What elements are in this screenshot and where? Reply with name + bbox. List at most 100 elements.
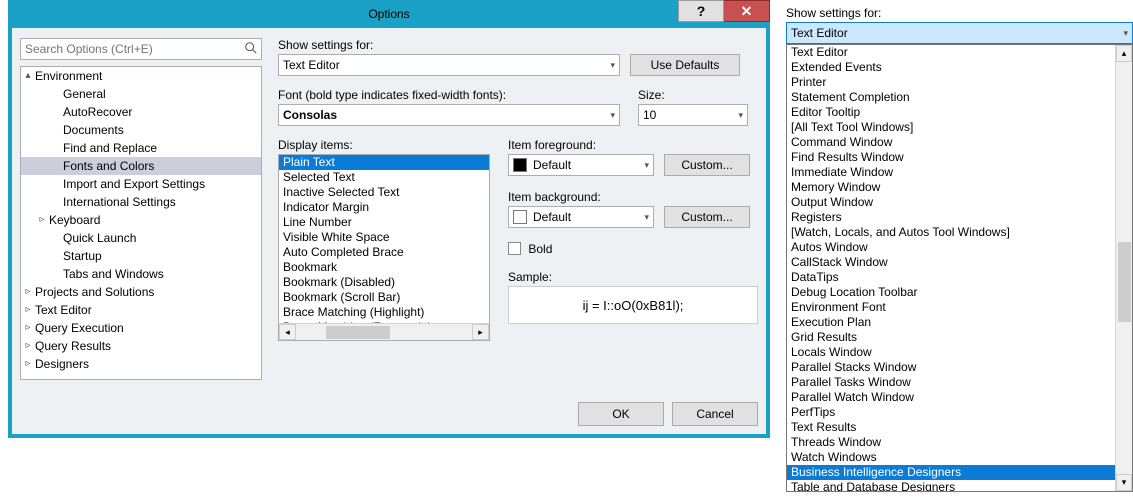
side-list-item[interactable]: Extended Events [787,60,1132,75]
tree-expander-icon[interactable]: ▹ [21,301,35,319]
horizontal-scrollbar[interactable]: ◂ ▸ [279,323,489,340]
sample-label: Sample: [508,270,758,284]
side-list-item[interactable]: Table and Database Designers [787,480,1132,492]
tree-item[interactable]: Quick Launch [21,229,261,247]
tree-item[interactable]: ▹Keyboard [21,211,261,229]
side-list-item[interactable]: Output Window [787,195,1132,210]
tree-item-label: Fonts and Colors [49,157,154,175]
nav-tree[interactable]: ▴EnvironmentGeneralAutoRecoverDocumentsF… [20,66,262,380]
tree-item-label: Tabs and Windows [49,265,164,283]
display-item[interactable]: Plain Text [279,155,489,170]
tree-item[interactable]: AutoRecover [21,103,261,121]
side-list-item[interactable]: CallStack Window [787,255,1132,270]
display-item[interactable]: Auto Completed Brace [279,245,489,260]
side-list-item[interactable]: Debug Location Toolbar [787,285,1132,300]
display-items-list[interactable]: Plain TextSelected TextInactive Selected… [278,154,490,341]
side-list-item[interactable]: Grid Results [787,330,1132,345]
item-background-select[interactable]: Default ▾ [508,206,654,228]
side-show-settings-select[interactable]: Text Editor ▾ [786,22,1133,44]
tree-item-label: International Settings [49,193,176,211]
use-defaults-button[interactable]: Use Defaults [630,54,740,76]
display-item[interactable]: Bookmark (Scroll Bar) [279,290,489,305]
tree-item[interactable]: Import and Export Settings [21,175,261,193]
side-list-item[interactable]: PerfTips [787,405,1132,420]
size-select[interactable]: 10 ▾ [638,104,748,126]
tree-item[interactable]: ▹Designers [21,355,261,373]
help-button[interactable]: ? [678,0,724,22]
scroll-thumb[interactable] [1118,242,1131,322]
side-list-item[interactable]: Registers [787,210,1132,225]
display-item[interactable]: Indicator Margin [279,200,489,215]
tree-item[interactable]: ▴Environment [21,67,261,85]
side-list-item[interactable]: Business Intelligence Designers [787,465,1132,480]
side-list-item[interactable]: Printer [787,75,1132,90]
side-list-item[interactable]: Threads Window [787,435,1132,450]
side-list-item[interactable]: Watch Windows [787,450,1132,465]
tree-expander-icon[interactable]: ▹ [21,355,35,373]
side-list-item[interactable]: Locals Window [787,345,1132,360]
display-item[interactable]: Bookmark [279,260,489,275]
side-options-list[interactable]: Text EditorExtended EventsPrinterStateme… [786,44,1133,492]
search-input[interactable] [20,38,262,60]
show-settings-label: Show settings for: [278,38,758,52]
side-list-item[interactable]: Autos Window [787,240,1132,255]
tree-item[interactable]: Tabs and Windows [21,265,261,283]
side-list-item[interactable]: Execution Plan [787,315,1132,330]
tree-item[interactable]: ▹Projects and Solutions [21,283,261,301]
background-custom-button[interactable]: Custom... [664,206,750,228]
side-list-item[interactable]: Immediate Window [787,165,1132,180]
tree-expander-icon[interactable]: ▹ [35,211,49,229]
bold-checkbox[interactable] [508,242,521,255]
display-item[interactable]: Brace Matching (Highlight) [279,305,489,320]
tree-expander-icon[interactable]: ▹ [21,319,35,337]
tree-expander-icon[interactable]: ▹ [21,337,35,355]
side-list-item[interactable]: Command Window [787,135,1132,150]
side-list-item[interactable]: Parallel Watch Window [787,390,1132,405]
font-select[interactable]: Consolas ▾ [278,104,620,126]
side-list-item[interactable]: DataTips [787,270,1132,285]
side-list-item[interactable]: [All Text Tool Windows] [787,120,1132,135]
side-list-item[interactable]: Parallel Stacks Window [787,360,1132,375]
display-item[interactable]: Selected Text [279,170,489,185]
scroll-up-button[interactable]: ▴ [1116,45,1132,62]
tree-item[interactable]: ▹Query Execution [21,319,261,337]
foreground-custom-button[interactable]: Custom... [664,154,750,176]
tree-item[interactable]: ▹Query Results [21,337,261,355]
display-item[interactable]: Inactive Selected Text [279,185,489,200]
side-list-item[interactable]: Editor Tooltip [787,105,1132,120]
tree-item[interactable]: Fonts and Colors [21,157,261,175]
ok-button[interactable]: OK [578,402,664,426]
tree-item[interactable]: Documents [21,121,261,139]
tree-item-label: General [49,85,106,103]
tree-item[interactable]: Find and Replace [21,139,261,157]
side-list-item[interactable]: Statement Completion [787,90,1132,105]
tree-item[interactable]: ▹Text Editor [21,301,261,319]
scroll-left-button[interactable]: ◂ [279,324,296,340]
display-item[interactable]: Visible White Space [279,230,489,245]
scroll-down-button[interactable]: ▾ [1116,474,1132,491]
tree-item-label: Environment [35,67,102,85]
scroll-thumb[interactable] [326,326,390,339]
side-list-item[interactable]: [Watch, Locals, and Autos Tool Windows] [787,225,1132,240]
tree-expander-icon[interactable]: ▹ [21,283,35,301]
vertical-scrollbar[interactable]: ▴ ▾ [1115,45,1132,491]
scroll-right-button[interactable]: ▸ [472,324,489,340]
tree-item[interactable]: General [21,85,261,103]
cancel-button[interactable]: Cancel [672,402,758,426]
tree-item[interactable]: International Settings [21,193,261,211]
side-list-item[interactable]: Environment Font [787,300,1132,315]
side-list-item[interactable]: Find Results Window [787,150,1132,165]
side-list-item[interactable]: Memory Window [787,180,1132,195]
display-item[interactable]: Line Number [279,215,489,230]
side-list-item[interactable]: Text Editor [787,45,1132,60]
display-item[interactable]: Bookmark (Disabled) [279,275,489,290]
close-button[interactable]: ✕ [724,0,770,22]
item-foreground-select[interactable]: Default ▾ [508,154,654,176]
chevron-down-icon: ▾ [1123,28,1128,39]
tree-item[interactable]: Startup [21,247,261,265]
font-value: Consolas [283,108,337,122]
show-settings-select[interactable]: Text Editor ▾ [278,54,620,76]
tree-expander-icon[interactable]: ▴ [21,67,35,85]
side-list-item[interactable]: Text Results [787,420,1132,435]
side-list-item[interactable]: Parallel Tasks Window [787,375,1132,390]
